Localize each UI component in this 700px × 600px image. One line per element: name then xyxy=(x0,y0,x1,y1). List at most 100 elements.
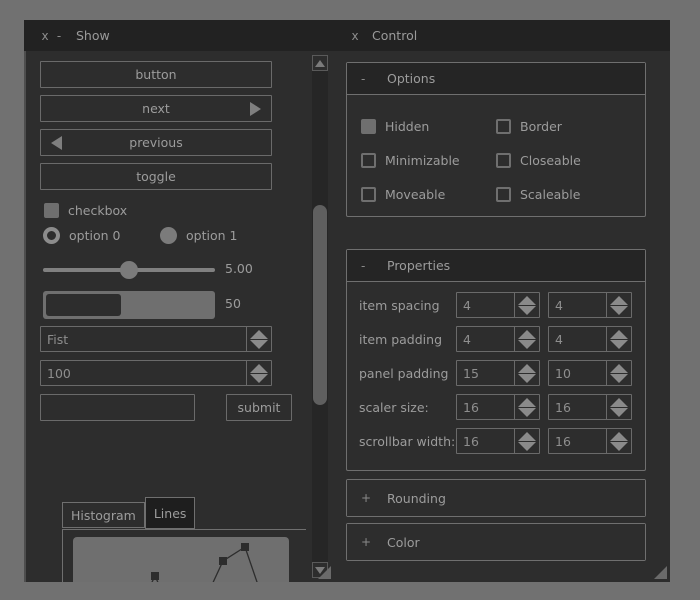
property-item-spacing-y[interactable]: 4 xyxy=(548,292,632,318)
checkbox-closeable-box[interactable] xyxy=(496,152,511,168)
spinner[interactable] xyxy=(606,293,631,317)
spinner-down-icon[interactable] xyxy=(518,305,536,315)
checkbox-moveable-box[interactable] xyxy=(361,186,376,202)
checkbox-scaleable-box[interactable] xyxy=(496,186,511,202)
show-titlebar[interactable]: x - Show xyxy=(24,20,334,51)
property-item-spacing-x[interactable]: 4 xyxy=(456,292,540,318)
button-toggle[interactable]: toggle xyxy=(40,163,272,190)
property-panel-padding-x[interactable]: 15 xyxy=(456,360,540,386)
spinner-down-icon[interactable] xyxy=(518,441,536,451)
spinner-up-icon[interactable] xyxy=(250,329,268,339)
spinner[interactable] xyxy=(514,327,539,351)
spinner-up-icon[interactable] xyxy=(518,363,536,373)
section-rounding[interactable]: + Rounding xyxy=(346,479,646,517)
show-resize-grip[interactable] xyxy=(318,566,331,579)
section-color-header[interactable]: + Color xyxy=(347,524,645,560)
control-titlebar[interactable]: x Control xyxy=(334,20,670,51)
checkbox-hidden[interactable]: Hidden xyxy=(361,109,496,143)
checkbox-minimizable-box[interactable] xyxy=(361,152,376,168)
minimize-icon[interactable]: - xyxy=(52,30,66,42)
spinner[interactable] xyxy=(606,327,631,351)
checkbox-hidden-box[interactable] xyxy=(361,118,376,134)
control-resize-grip[interactable] xyxy=(654,566,667,579)
tab-histogram[interactable]: Histogram xyxy=(62,502,145,528)
tab-lines[interactable]: Lines xyxy=(144,497,196,529)
property-panel-padding-x-value[interactable]: 15 xyxy=(457,361,514,385)
spinner-down-icon[interactable] xyxy=(518,339,536,349)
property-text-spinner[interactable] xyxy=(246,327,271,351)
property-scaler-size-y[interactable]: 16 xyxy=(548,394,632,420)
radio-option-0-dot[interactable] xyxy=(43,227,60,244)
spinner-up-icon[interactable] xyxy=(518,397,536,407)
slider[interactable] xyxy=(43,259,215,281)
property-panel-padding-y-value[interactable]: 10 xyxy=(549,361,606,385)
close-icon[interactable]: x xyxy=(348,30,362,42)
spinner-up-icon[interactable] xyxy=(610,295,628,305)
section-rounding-header[interactable]: + Rounding xyxy=(347,480,645,516)
radio-option-1-dot[interactable] xyxy=(160,227,177,244)
spinner[interactable] xyxy=(514,429,539,453)
checkbox-closeable[interactable]: Closeable xyxy=(496,143,631,177)
checkbox-scaleable[interactable]: Scaleable xyxy=(496,177,631,211)
spinner-up-icon[interactable] xyxy=(610,431,628,441)
spinner[interactable] xyxy=(514,361,539,385)
spinner[interactable] xyxy=(606,429,631,453)
slider-knob[interactable] xyxy=(120,261,138,279)
section-color[interactable]: + Color xyxy=(346,523,646,561)
property-item-padding-x-value[interactable]: 4 xyxy=(457,327,514,351)
submit-button[interactable]: submit xyxy=(226,394,292,421)
spinner-up-icon[interactable] xyxy=(518,295,536,305)
spinner-down-icon[interactable] xyxy=(518,373,536,383)
property-item-spacing-x-value[interactable]: 4 xyxy=(457,293,514,317)
property-scrollbar-width-y-value[interactable]: 16 xyxy=(549,429,606,453)
property-scaler-size-x[interactable]: 16 xyxy=(456,394,540,420)
property-scaler-size-x-value[interactable]: 16 xyxy=(457,395,514,419)
scroll-thumb[interactable] xyxy=(313,205,327,405)
spinner[interactable] xyxy=(606,361,631,385)
spinner-up-icon[interactable] xyxy=(518,329,536,339)
property-item-padding-x[interactable]: 4 xyxy=(456,326,540,352)
property-text-field[interactable]: Fist xyxy=(40,326,272,352)
property-number-spinner[interactable] xyxy=(246,361,271,385)
progress-bar[interactable] xyxy=(43,291,215,319)
property-scrollbar-width-x[interactable]: 16 xyxy=(456,428,540,454)
button-previous[interactable]: previous xyxy=(40,129,272,156)
button-plain[interactable]: button xyxy=(40,61,272,88)
spinner-up-icon[interactable] xyxy=(610,397,628,407)
spinner-up-icon[interactable] xyxy=(518,431,536,441)
checkbox-row[interactable]: checkbox xyxy=(44,199,127,221)
checkbox-border[interactable]: Border xyxy=(496,109,631,143)
checkbox-moveable[interactable]: Moveable xyxy=(361,177,496,211)
property-scrollbar-width-x-value[interactable]: 16 xyxy=(457,429,514,453)
spinner-down-icon[interactable] xyxy=(518,407,536,417)
radio-option-0[interactable]: option 0 xyxy=(43,227,120,244)
spinner-down-icon[interactable] xyxy=(610,407,628,417)
property-scaler-size-y-value[interactable]: 16 xyxy=(549,395,606,419)
property-number-field[interactable]: 100 xyxy=(40,360,272,386)
property-panel-padding-y[interactable]: 10 xyxy=(548,360,632,386)
property-item-spacing-y-value[interactable]: 4 xyxy=(549,293,606,317)
property-item-padding-y[interactable]: 4 xyxy=(548,326,632,352)
scroll-up-button[interactable] xyxy=(312,55,328,71)
window-control[interactable]: x Control - Options Hidden Minimizable M… xyxy=(334,20,670,582)
spinner-up-icon[interactable] xyxy=(610,329,628,339)
section-properties-header[interactable]: - Properties xyxy=(347,250,645,282)
show-vertical-scrollbar[interactable] xyxy=(312,55,328,578)
section-options-header[interactable]: - Options xyxy=(347,63,645,95)
spinner-down-icon[interactable] xyxy=(610,339,628,349)
property-scrollbar-width-y[interactable]: 16 xyxy=(548,428,632,454)
property-number-value[interactable]: 100 xyxy=(41,361,246,385)
spinner[interactable] xyxy=(514,395,539,419)
text-input[interactable] xyxy=(40,394,195,421)
checkbox-minimizable[interactable]: Minimizable xyxy=(361,143,496,177)
spinner-down-icon[interactable] xyxy=(250,339,268,349)
button-next[interactable]: next xyxy=(40,95,272,122)
checkbox-border-box[interactable] xyxy=(496,118,511,134)
property-text-value[interactable]: Fist xyxy=(41,327,246,351)
spinner-down-icon[interactable] xyxy=(610,373,628,383)
spinner-up-icon[interactable] xyxy=(250,363,268,373)
property-item-padding-y-value[interactable]: 4 xyxy=(549,327,606,351)
chart-plot-area[interactable] xyxy=(73,537,289,582)
radio-option-1[interactable]: option 1 xyxy=(160,227,237,244)
window-show[interactable]: x - Show button next previous toggle che… xyxy=(24,20,334,582)
